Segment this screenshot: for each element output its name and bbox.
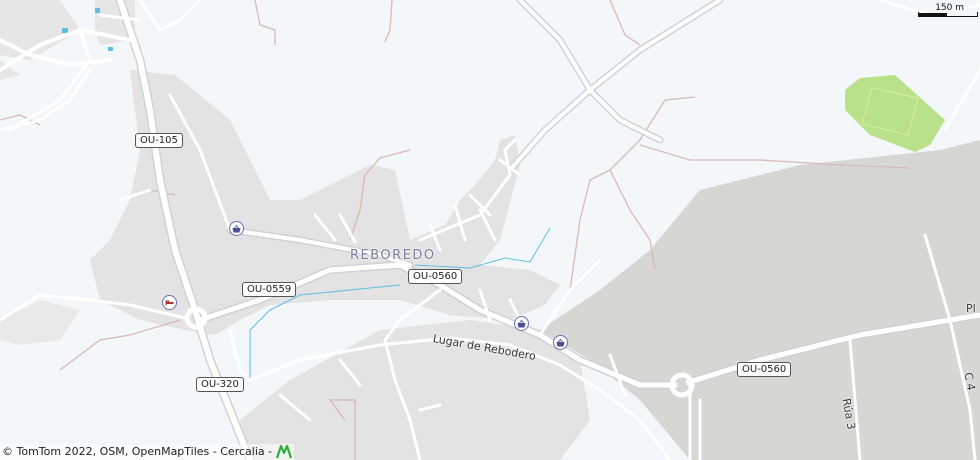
road-shield-ou-0559[interactable]: OU-0559 [242, 282, 297, 297]
road-shield-ou-105[interactable]: OU-105 [135, 133, 183, 148]
cercalia-logo-icon [275, 445, 292, 459]
landuse-areas [0, 0, 590, 460]
map-attribution: © TomTom 2022, OSM, OpenMapTiles - Cerca… [0, 444, 294, 460]
road-shield-ou-0560-center[interactable]: OU-0560 [408, 269, 463, 284]
lodging-bed-icon[interactable] [162, 295, 177, 310]
shopping-basket-icon[interactable] [229, 221, 244, 236]
attribution-text: © TomTom 2022, OSM, OpenMapTiles - Cerca… [2, 445, 273, 458]
place-label-reboredo[interactable]: REBOREDO [350, 248, 436, 263]
road-shield-ou-320[interactable]: OU-320 [196, 377, 244, 392]
scale-bar: 150 m [918, 3, 978, 17]
map-canvas[interactable] [0, 0, 980, 460]
map-view[interactable]: REBOREDO OU-105 OU-0559 OU-0560 OU-320 O… [0, 0, 980, 460]
shopping-basket-icon[interactable] [514, 316, 529, 331]
industrial-area [540, 140, 980, 460]
shopping-basket-icon[interactable] [553, 335, 568, 350]
scale-bar-fill [918, 13, 947, 16]
sports-field [845, 75, 945, 152]
edge-label-pl: Pl [966, 302, 976, 315]
road-shield-ou-0560-east[interactable]: OU-0560 [737, 362, 792, 377]
